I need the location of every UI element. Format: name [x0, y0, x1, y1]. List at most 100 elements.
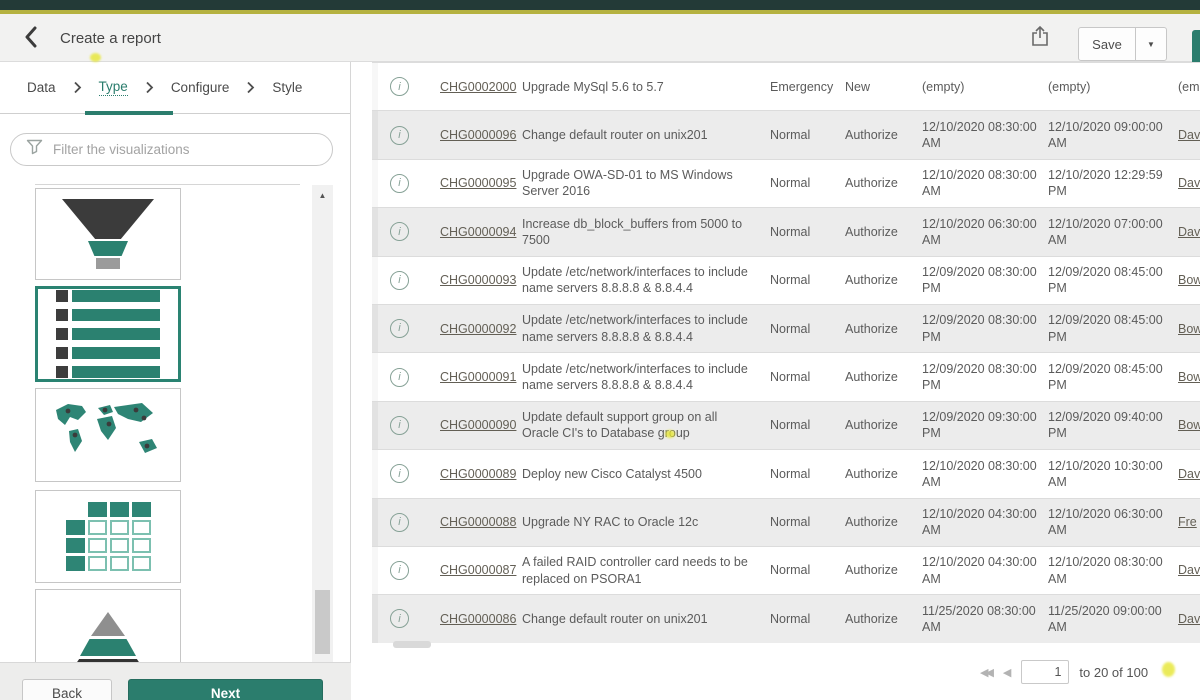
change-number-link[interactable]: CHG0002000 [440, 79, 516, 95]
table-row[interactable]: i CHG0002000 Upgrade MySql 5.6 to 5.7 Em… [372, 62, 1200, 110]
save-dropdown-button[interactable]: ▼ [1135, 27, 1167, 61]
page-number-input[interactable] [1021, 660, 1069, 684]
change-number-link[interactable]: CHG0000091 [440, 369, 516, 385]
table-row[interactable]: i CHG0000091 Update /etc/network/interfa… [372, 352, 1200, 400]
scroll-up-icon[interactable]: ▲ [312, 187, 333, 203]
viz-type-list-selected[interactable] [35, 286, 181, 382]
table-row[interactable]: i CHG0000094 Increase db_block_buffers f… [372, 207, 1200, 255]
change-request-table: i CHG0002000 Upgrade MySql 5.6 to 5.7 Em… [372, 62, 1200, 643]
assignee-link[interactable]: Dav [1178, 562, 1200, 578]
info-icon[interactable]: i [390, 561, 409, 580]
end-date-value: 12/10/2020 08:30:00 AM [1048, 547, 1168, 594]
change-number-link[interactable]: CHG0000093 [440, 272, 516, 288]
start-date-value: 12/10/2020 04:30:00 AM [922, 547, 1042, 594]
scrollbar-thumb[interactable] [315, 590, 330, 654]
tab-configure[interactable]: Configure [171, 80, 230, 95]
viz-list-scrollbar[interactable]: ▲ ▼ [312, 185, 333, 662]
change-number-link[interactable]: CHG0000087 [440, 562, 516, 578]
horizontal-scrollbar-thumb[interactable] [393, 641, 431, 648]
info-icon[interactable]: i [390, 464, 409, 483]
browser-top-strip [0, 0, 1200, 10]
change-number-link[interactable]: CHG0000090 [440, 417, 516, 433]
chevron-right-icon [145, 81, 154, 94]
create-report-screen: Create a report Save ▼ Data Type Configu… [0, 0, 1200, 700]
state-value: Authorize [845, 257, 921, 304]
info-icon[interactable]: i [390, 513, 409, 532]
chevron-right-icon [246, 81, 255, 94]
tab-type[interactable]: Type [99, 79, 128, 96]
table-row[interactable]: i CHG0000089 Deploy new Cisco Catalyst 4… [372, 449, 1200, 497]
change-number-link[interactable]: CHG0000094 [440, 224, 516, 240]
assignee-link[interactable]: Dav [1178, 466, 1200, 482]
previous-page-icon[interactable]: ◀ [1003, 666, 1011, 679]
table-row[interactable]: i CHG0000095 Upgrade OWA-SD-01 to MS Win… [372, 159, 1200, 207]
change-number-link[interactable]: CHG0000095 [440, 175, 516, 191]
assignee-link[interactable]: Fre [1178, 514, 1197, 530]
viz-type-table[interactable] [35, 490, 181, 583]
viz-type-funnel[interactable] [35, 188, 181, 280]
assignee-link[interactable]: Bow [1178, 272, 1200, 288]
change-number-link[interactable]: CHG0000089 [440, 466, 516, 482]
short-description: Deploy new Cisco Catalyst 4500 [522, 450, 748, 497]
back-arrow-button[interactable] [18, 26, 44, 52]
start-date-value: (empty) [922, 63, 1042, 110]
assignee-link[interactable]: Dav [1178, 127, 1200, 143]
short-description: Update /etc/network/interfaces to includ… [522, 305, 748, 352]
info-icon[interactable]: i [390, 174, 409, 193]
change-number-link[interactable]: CHG0000096 [440, 127, 516, 143]
state-value: Authorize [845, 450, 921, 497]
back-button[interactable]: Back [22, 679, 112, 700]
assignee-link[interactable]: (em [1178, 79, 1200, 95]
end-date-value: (empty) [1048, 63, 1168, 110]
filter-input[interactable] [53, 142, 332, 157]
info-icon[interactable]: i [390, 319, 409, 338]
table-row[interactable]: i CHG0000096 Change default router on un… [372, 110, 1200, 158]
change-number-link[interactable]: CHG0000092 [440, 321, 516, 337]
priority-value: Normal [770, 208, 840, 255]
state-value: Authorize [845, 160, 921, 207]
priority-value: Normal [770, 499, 840, 546]
table-row[interactable]: i CHG0000092 Update /etc/network/interfa… [372, 304, 1200, 352]
priority-value: Normal [770, 353, 840, 400]
assignee-link[interactable]: Dav [1178, 224, 1200, 240]
info-icon[interactable]: i [390, 222, 409, 241]
save-button[interactable]: Save [1078, 27, 1136, 61]
info-icon[interactable]: i [390, 271, 409, 290]
table-row[interactable]: i CHG0000090 Update default support grou… [372, 401, 1200, 449]
filter-funnel-icon [26, 139, 43, 160]
info-icon[interactable]: i [390, 368, 409, 387]
table-row[interactable]: i CHG0000093 Update /etc/network/interfa… [372, 256, 1200, 304]
tab-style[interactable]: Style [272, 80, 302, 95]
assignee-link[interactable]: Bow [1178, 369, 1200, 385]
assignee-link[interactable]: Dav [1178, 175, 1200, 191]
state-value: Authorize [845, 111, 921, 158]
tab-data[interactable]: Data [27, 80, 56, 95]
info-icon[interactable]: i [390, 416, 409, 435]
list-chart-icon [56, 290, 160, 378]
info-icon[interactable]: i [390, 609, 409, 628]
caret-down-icon: ▼ [1147, 40, 1155, 49]
change-number-link[interactable]: CHG0000088 [440, 514, 516, 530]
assignee-link[interactable]: Bow [1178, 321, 1200, 337]
first-page-icon[interactable]: ◀◀ [980, 666, 991, 679]
table-row[interactable]: i CHG0000087 A failed RAID controller ca… [372, 546, 1200, 594]
priority-value: Normal [770, 595, 840, 642]
cursor-highlight-dot [665, 430, 675, 438]
next-button[interactable]: Next [128, 679, 323, 700]
state-value: Authorize [845, 305, 921, 352]
viz-type-map[interactable] [35, 388, 181, 482]
cropped-primary-button[interactable] [1192, 30, 1200, 66]
table-row[interactable]: i CHG0000086 Change default router on un… [372, 594, 1200, 642]
start-date-value: 12/10/2020 04:30:00 AM [922, 499, 1042, 546]
end-date-value: 12/09/2020 09:40:00 PM [1048, 402, 1168, 449]
change-number-link[interactable]: CHG0000086 [440, 611, 516, 627]
assignee-link[interactable]: Dav [1178, 611, 1200, 627]
table-row[interactable]: i CHG0000088 Upgrade NY RAC to Oracle 12… [372, 498, 1200, 546]
share-button[interactable] [1026, 24, 1054, 52]
info-icon[interactable]: i [390, 77, 409, 96]
info-icon[interactable]: i [390, 126, 409, 145]
assignee-link[interactable]: Bow [1178, 417, 1200, 433]
viz-type-pyramid[interactable] [35, 589, 181, 662]
start-date-value: 12/10/2020 08:30:00 AM [922, 160, 1042, 207]
list-divider [35, 184, 300, 185]
